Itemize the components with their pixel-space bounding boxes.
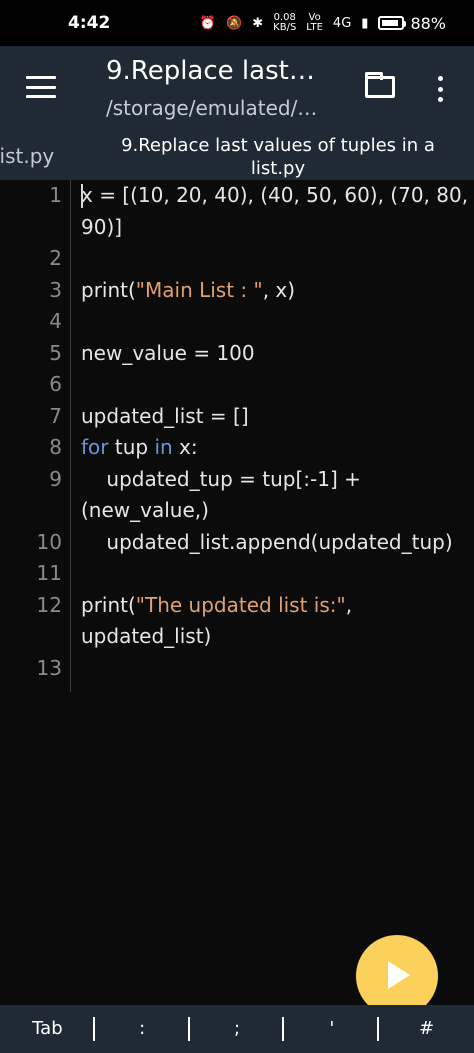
code-line[interactable]: 3 print("Main List : ", x) bbox=[0, 275, 474, 306]
string-token: "Main List : " bbox=[135, 277, 263, 302]
line-number: 6 bbox=[49, 372, 62, 396]
folder-icon[interactable] bbox=[365, 72, 395, 98]
code-token: updated_tup = tup[:-1] + bbox=[81, 466, 361, 491]
tab-list-py[interactable]: list.py bbox=[0, 144, 54, 168]
status-time: 4:42 bbox=[68, 13, 111, 33]
code-token: tup bbox=[108, 435, 155, 459]
code-editor[interactable]: 1 x = [(10, 20, 40), (40, 50, 60), (70, 8… bbox=[0, 180, 474, 1005]
key-semicolon[interactable]: ; bbox=[190, 1005, 285, 1053]
net-rate: 0.08 KB/S bbox=[273, 13, 296, 33]
code-token: , x) bbox=[262, 277, 296, 302]
code-line[interactable]: 6 bbox=[0, 369, 474, 400]
more-vert-icon[interactable] bbox=[436, 76, 444, 102]
code-token: print( bbox=[81, 592, 136, 617]
code-text: 90)] bbox=[81, 212, 122, 243]
line-number: 9 bbox=[49, 466, 62, 491]
code-token: updated_list.append(updated_tup) bbox=[81, 529, 453, 554]
code-text: updated_list) bbox=[81, 621, 211, 652]
app-bar: 9.Replace last… /storage/emulated/… bbox=[0, 46, 474, 130]
code-text: updated_tup = tup[:-1] + bbox=[81, 464, 361, 495]
mute-icon: 🔕 bbox=[226, 15, 243, 31]
key-quote[interactable]: ' bbox=[284, 1005, 379, 1053]
code-line[interactable]: 90)] bbox=[0, 212, 474, 243]
code-token: new_value = 100 bbox=[81, 340, 255, 365]
line-number: 8 bbox=[49, 435, 62, 459]
code-text: print("Main List : ", x) bbox=[81, 275, 295, 306]
battery-percent: 88% bbox=[410, 13, 446, 33]
line-number: 10 bbox=[36, 529, 62, 554]
line-number: 3 bbox=[49, 277, 62, 302]
text-cursor bbox=[81, 184, 83, 208]
key-hash[interactable]: # bbox=[379, 1005, 474, 1053]
string-token: "The updated list is:" bbox=[135, 592, 346, 617]
code-text: new_value = 100 bbox=[81, 338, 255, 369]
key-colon[interactable]: : bbox=[95, 1005, 190, 1053]
net-rate-unit: KB/S bbox=[273, 22, 297, 33]
volte-bottom: LTE bbox=[306, 22, 323, 33]
network-type: 4G bbox=[332, 15, 352, 31]
code-token: 90)] bbox=[81, 214, 123, 239]
code-token: updated_list) bbox=[81, 624, 212, 648]
file-title: 9.Replace last… bbox=[106, 56, 315, 86]
code-line[interactable]: 1 x = [(10, 20, 40), (40, 50, 60), (70, 8… bbox=[0, 180, 474, 211]
code-token: x = [(10, 20, 40), (40, 50, 60), (70, 80… bbox=[81, 183, 469, 207]
code-line[interactable]: 12 print("The updated list is:", bbox=[0, 590, 474, 621]
code-text: for tup in x: bbox=[81, 432, 198, 463]
line-number: 12 bbox=[36, 592, 62, 617]
status-bar: 4:42 ⏰ 🔕 ✱ 0.08 KB/S Vo LTE 4G ▮ 88% bbox=[0, 0, 474, 46]
code-text: updated_list = [] bbox=[81, 401, 249, 432]
status-icons: ⏰ 🔕 ✱ 0.08 KB/S Vo LTE 4G ▮ 88% bbox=[200, 13, 446, 33]
volte-indicator: Vo LTE bbox=[306, 13, 323, 33]
code-line[interactable]: 7 updated_list = [] bbox=[0, 401, 474, 432]
extra-keys-bar: Tab : ; ' # bbox=[0, 1005, 474, 1053]
code-line[interactable]: 8 for tup in x: bbox=[0, 432, 474, 463]
battery-fill bbox=[382, 20, 399, 26]
bluetooth-icon: ✱ bbox=[252, 15, 264, 31]
file-tabs: list.py 9.Replace last values of tuples … bbox=[0, 130, 474, 180]
code-token: , bbox=[345, 592, 353, 617]
code-line[interactable]: updated_list) bbox=[0, 621, 474, 652]
line-number: 7 bbox=[49, 403, 62, 428]
battery-icon bbox=[378, 16, 407, 30]
code-line[interactable]: 10 updated_list.append(updated_tup) bbox=[0, 527, 474, 558]
line-number: 13 bbox=[36, 655, 62, 680]
tab-active-label: 9.Replace last values of tuples in a lis… bbox=[121, 135, 435, 179]
line-number: 5 bbox=[49, 340, 62, 365]
code-line[interactable]: 2 bbox=[0, 243, 474, 274]
play-icon bbox=[388, 961, 410, 989]
alarm-icon: ⏰ bbox=[199, 15, 217, 31]
keyword-token: for bbox=[81, 435, 109, 459]
hamburger-icon[interactable] bbox=[26, 76, 56, 98]
battery-indicator: 88% bbox=[378, 14, 446, 33]
line-number: 4 bbox=[49, 309, 62, 333]
code-line[interactable]: 13 bbox=[0, 653, 474, 684]
code-text: (new_value,) bbox=[81, 495, 209, 526]
code-token: print( bbox=[81, 277, 136, 302]
code-token: updated_list = [] bbox=[81, 403, 249, 428]
code-line[interactable]: 5 new_value = 100 bbox=[0, 338, 474, 369]
code-text: updated_list.append(updated_tup) bbox=[81, 527, 453, 558]
code-token: (new_value,) bbox=[81, 498, 209, 522]
line-number: 1 bbox=[49, 183, 62, 207]
code-text: print("The updated list is:", bbox=[81, 590, 352, 621]
code-token: x: bbox=[172, 435, 198, 459]
keyword-token: in bbox=[154, 435, 173, 459]
code-line[interactable]: 9 updated_tup = tup[:-1] + bbox=[0, 464, 474, 495]
file-path: /storage/emulated/… bbox=[106, 96, 318, 120]
line-number: 2 bbox=[49, 246, 62, 270]
signal-icon: ▮ bbox=[361, 15, 369, 31]
code-line[interactable]: (new_value,) bbox=[0, 495, 474, 526]
tab-active-file[interactable]: 9.Replace last values of tuples in a lis… bbox=[96, 130, 460, 180]
code-text: x = [(10, 20, 40), (40, 50, 60), (70, 80… bbox=[81, 180, 468, 211]
code-line[interactable]: 4 bbox=[0, 306, 474, 337]
line-number: 11 bbox=[36, 561, 62, 585]
code-line[interactable]: 11 bbox=[0, 558, 474, 589]
key-tab[interactable]: Tab bbox=[0, 1005, 95, 1053]
